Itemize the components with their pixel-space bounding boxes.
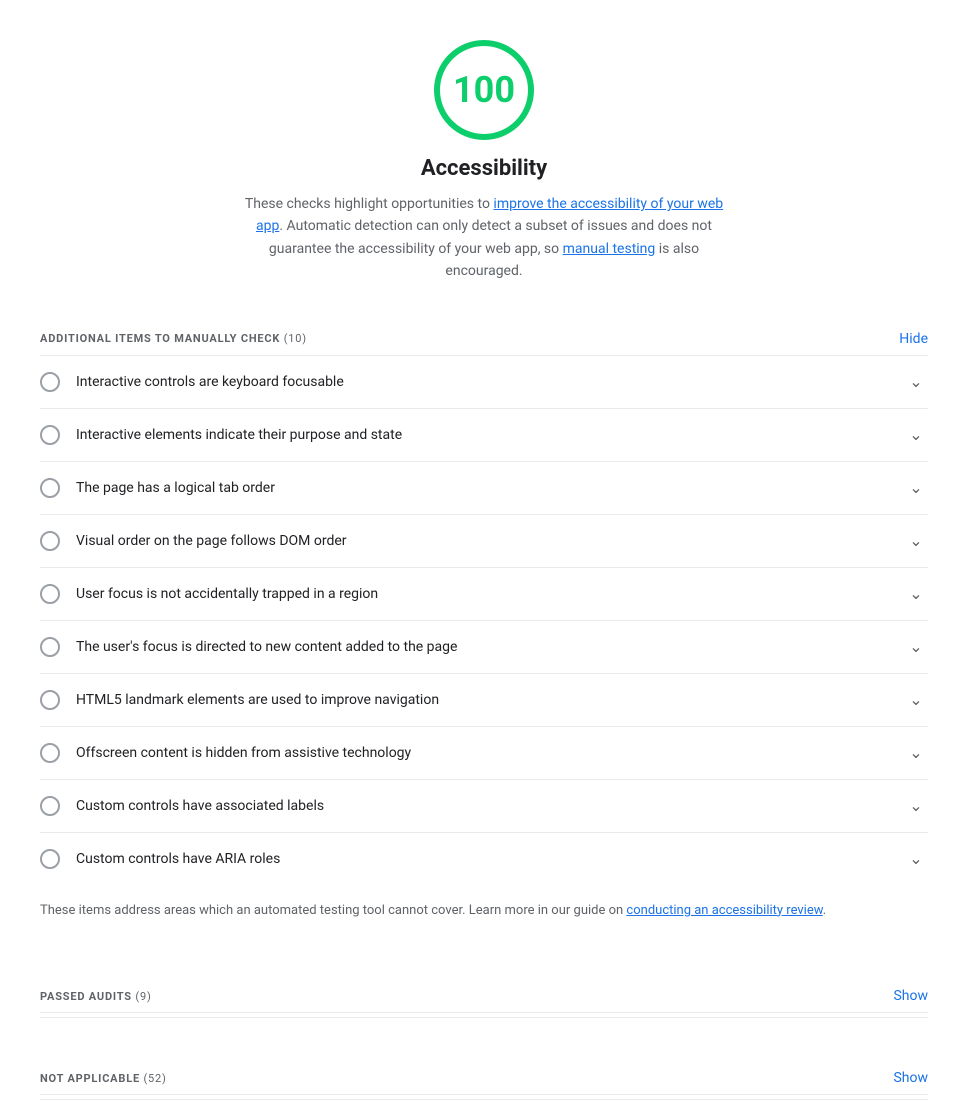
audit-item-2[interactable]: The page has a logical tab order ⌄ <box>40 462 928 515</box>
manual-check-note: These items address areas which an autom… <box>40 885 928 937</box>
audit-item-5[interactable]: The user's focus is directed to new cont… <box>40 621 928 674</box>
audit-label-5: The user's focus is directed to new cont… <box>76 639 904 655</box>
audit-item-6[interactable]: HTML5 landmark elements are used to impr… <box>40 674 928 727</box>
audit-list: Interactive controls are keyboard focusa… <box>40 356 928 885</box>
audit-icon-0 <box>40 372 60 392</box>
chevron-down-icon-5: ⌄ <box>904 635 928 659</box>
audit-icon-3 <box>40 531 60 551</box>
manual-check-section-header: ADDITIONAL ITEMS TO MANUALLY CHECK (10) … <box>40 303 928 356</box>
audit-item-7[interactable]: Offscreen content is hidden from assisti… <box>40 727 928 780</box>
passed-show-button[interactable]: Show <box>893 988 928 1004</box>
description-part1: These checks highlight opportunities to <box>245 196 494 212</box>
passed-count: (9) <box>135 990 151 1003</box>
chevron-down-icon-7: ⌄ <box>904 741 928 765</box>
hide-button[interactable]: Hide <box>899 331 928 347</box>
not-applicable-section-header: NOT APPLICABLE (52) Show <box>40 1042 928 1095</box>
chevron-down-icon-8: ⌄ <box>904 794 928 818</box>
audit-label-0: Interactive controls are keyboard focusa… <box>76 374 904 390</box>
audit-item-1[interactable]: Interactive elements indicate their purp… <box>40 409 928 462</box>
audit-label-6: HTML5 landmark elements are used to impr… <box>76 692 904 708</box>
audit-label-7: Offscreen content is hidden from assisti… <box>76 745 904 761</box>
chevron-down-icon-9: ⌄ <box>904 847 928 871</box>
manual-testing-link[interactable]: manual testing <box>563 241 656 257</box>
audit-icon-6 <box>40 690 60 710</box>
chevron-down-icon-1: ⌄ <box>904 423 928 447</box>
manual-note-text-before: These items address areas which an autom… <box>40 903 626 918</box>
manual-check-count: (10) <box>284 332 307 345</box>
chevron-down-icon-2: ⌄ <box>904 476 928 500</box>
audit-label-3: Visual order on the page follows DOM ord… <box>76 533 904 549</box>
not-applicable-show-button[interactable]: Show <box>893 1070 928 1086</box>
passed-section: PASSED AUDITS (9) Show <box>40 960 928 1018</box>
passed-section-border <box>40 1017 928 1018</box>
audit-label-8: Custom controls have associated labels <box>76 798 904 814</box>
audit-icon-2 <box>40 478 60 498</box>
not-applicable-count: (52) <box>143 1072 166 1085</box>
audit-icon-4 <box>40 584 60 604</box>
audit-item-8[interactable]: Custom controls have associated labels ⌄ <box>40 780 928 833</box>
audit-label-2: The page has a logical tab order <box>76 480 904 496</box>
manual-check-title: ADDITIONAL ITEMS TO MANUALLY CHECK (10) <box>40 332 307 345</box>
chevron-down-icon-6: ⌄ <box>904 688 928 712</box>
audit-label-1: Interactive elements indicate their purp… <box>76 427 904 443</box>
not-applicable-title: NOT APPLICABLE (52) <box>40 1072 167 1085</box>
page-container: 100 Accessibility These checks highlight… <box>0 0 968 1100</box>
score-description: These checks highlight opportunities to … <box>234 193 734 283</box>
score-section: 100 Accessibility These checks highlight… <box>40 0 928 303</box>
audit-item-4[interactable]: User focus is not accidentally trapped i… <box>40 568 928 621</box>
chevron-down-icon-3: ⌄ <box>904 529 928 553</box>
chevron-down-icon-4: ⌄ <box>904 582 928 606</box>
audit-item-3[interactable]: Visual order on the page follows DOM ord… <box>40 515 928 568</box>
score-value: 100 <box>453 69 515 111</box>
audit-item-9[interactable]: Custom controls have ARIA roles ⌄ <box>40 833 928 885</box>
passed-section-title: PASSED AUDITS (9) <box>40 990 152 1003</box>
accessibility-review-link[interactable]: conducting an accessibility review <box>626 903 822 918</box>
audit-icon-7 <box>40 743 60 763</box>
audit-icon-9 <box>40 849 60 869</box>
audit-icon-1 <box>40 425 60 445</box>
manual-note-text-after: . <box>823 903 826 918</box>
audit-label-9: Custom controls have ARIA roles <box>76 851 904 867</box>
score-title: Accessibility <box>421 156 547 181</box>
audit-icon-8 <box>40 796 60 816</box>
chevron-down-icon-0: ⌄ <box>904 370 928 394</box>
audit-label-4: User focus is not accidentally trapped i… <box>76 586 904 602</box>
not-applicable-section: NOT APPLICABLE (52) Show <box>40 1042 928 1100</box>
score-circle: 100 <box>434 40 534 140</box>
audit-icon-5 <box>40 637 60 657</box>
audit-item-0[interactable]: Interactive controls are keyboard focusa… <box>40 356 928 409</box>
passed-section-header: PASSED AUDITS (9) Show <box>40 960 928 1013</box>
